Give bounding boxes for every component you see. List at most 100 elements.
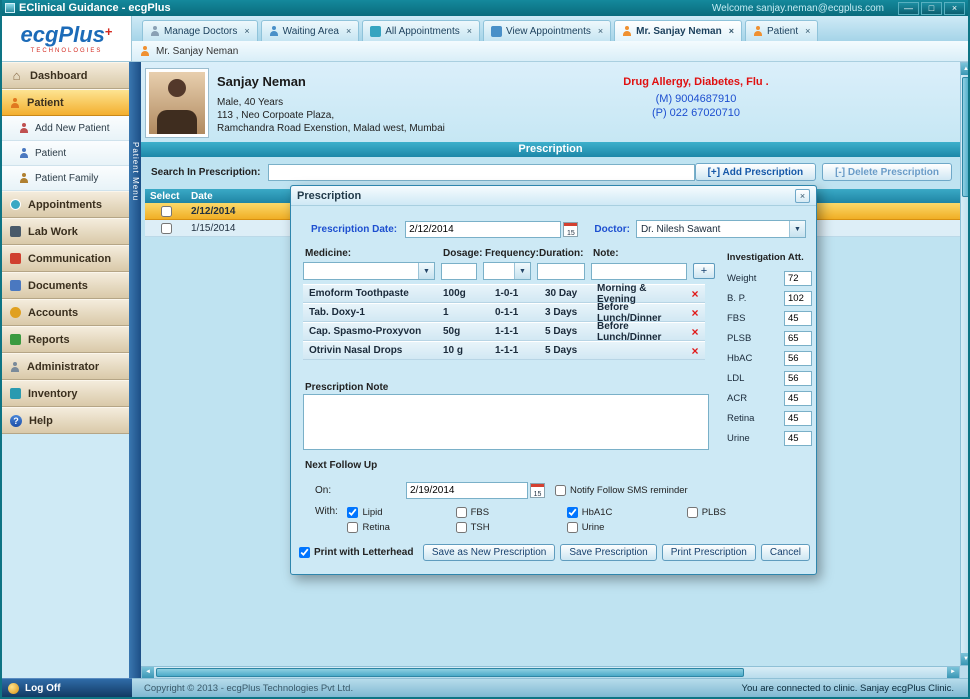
chevron-down-icon[interactable]: ▼ [789,221,805,237]
tab-patient[interactable]: Patient × [745,20,818,41]
investigation-input[interactable]: 56 [784,351,812,366]
maximize-button[interactable]: □ [921,2,942,15]
urine-option[interactable]: Urine [567,521,687,534]
calendar-icon[interactable]: 15 [530,483,545,498]
investigation-input[interactable]: 72 [784,271,812,286]
add-medicine-button[interactable]: + [693,263,715,279]
patient-mobile[interactable]: (M) 9004687910 [571,93,821,105]
lipid-checkbox[interactable] [347,507,358,518]
frequency-dropdown[interactable]: ▼ [483,262,531,280]
duration-input[interactable] [537,263,585,280]
sidebar-item-patient-family[interactable]: Patient Family [2,166,129,191]
investigation-input[interactable]: 45 [784,391,812,406]
followup-date-input[interactable]: 2/19/2014 [406,482,528,499]
sidebar-item-accounts[interactable]: Accounts [2,299,129,326]
investigation-input[interactable]: 45 [784,311,812,326]
hba1c-option[interactable]: HbA1C [567,506,687,519]
fbs-checkbox[interactable] [456,507,467,518]
plbs-checkbox[interactable] [687,507,698,518]
retina-checkbox[interactable] [347,522,358,533]
minimize-button[interactable]: — [898,2,919,15]
sidebar-item-dashboard[interactable]: ⌂ Dashboard [2,62,129,89]
sidebar-item-inventory[interactable]: Inventory [2,380,129,407]
lipid-option[interactable]: Lipid [347,506,455,519]
print-prescription-button[interactable]: Print Prescription [662,544,756,561]
cancel-button[interactable]: Cancel [761,544,810,561]
tsh-option[interactable]: TSH [456,521,567,534]
tab-all-appointments[interactable]: All Appointments × [362,20,480,41]
prescription-select-checkbox[interactable] [161,206,172,217]
sidebar-item-patient[interactable]: Patient [2,89,129,116]
tab-sanjay-neman[interactable]: Mr. Sanjay Neman × [614,20,742,41]
scroll-right-icon[interactable]: ► [947,667,959,678]
chevron-down-icon[interactable]: ▼ [514,263,530,279]
add-prescription-button[interactable]: [+] Add Prescription [695,163,816,181]
note-input[interactable] [591,263,687,280]
sidebar-item-patient-sub[interactable]: Patient [2,141,129,166]
delete-prescription-button[interactable]: [-] Delete Prescription [822,163,952,181]
scrollbar-thumb[interactable] [962,77,970,197]
investigation-input[interactable]: 65 [784,331,812,346]
scroll-up-icon[interactable]: ▲ [961,63,970,75]
retina-option[interactable]: Retina [347,521,455,534]
sidebar-item-administrator[interactable]: Administrator [2,353,129,380]
delete-medicine-icon[interactable]: × [685,287,705,301]
sidebar-item-communication[interactable]: Communication [2,245,129,272]
investigation-input[interactable]: 56 [784,371,812,386]
scroll-down-icon[interactable]: ▼ [961,653,970,665]
save-as-new-prescription-button[interactable]: Save as New Prescription [423,544,556,561]
scroll-left-icon[interactable]: ◄ [142,667,154,678]
sidebar-item-documents[interactable]: Documents [2,272,129,299]
sidebar-item-add-new-patient[interactable]: Add New Patient [2,116,129,141]
tab-close-icon[interactable]: × [805,26,810,36]
investigation-input[interactable]: 45 [784,431,812,446]
patient-icon [140,46,150,56]
sidebar-item-label: Accounts [28,307,78,319]
sidebar-item-lab-work[interactable]: Lab Work [2,218,129,245]
letterhead-checkbox[interactable] [299,547,310,558]
logo-plus-icon: + [105,24,113,39]
sidebar-item-appointments[interactable]: Appointments [2,191,129,218]
sidebar-item-reports[interactable]: Reports [2,326,129,353]
chevron-down-icon[interactable]: ▼ [418,263,434,279]
dialog-close-icon[interactable]: × [795,189,810,203]
logoff-button[interactable]: Log Off [2,678,132,697]
tab-close-icon[interactable]: × [346,26,351,36]
sms-reminder-option[interactable]: Notify Follow SMS reminder [555,484,688,497]
prescription-select-checkbox[interactable] [161,223,172,234]
scrollbar-thumb[interactable] [156,668,744,677]
tab-manage-doctors[interactable]: Manage Doctors × [142,20,258,41]
vertical-scrollbar[interactable]: ▲ ▼ [960,62,970,666]
dosage-input[interactable] [441,263,477,280]
tab-close-icon[interactable]: × [244,26,249,36]
delete-medicine-icon[interactable]: × [685,325,705,339]
delete-medicine-icon[interactable]: × [685,344,705,358]
search-input[interactable] [268,164,694,181]
tsh-checkbox[interactable] [456,522,467,533]
tab-waiting-area[interactable]: Waiting Area × [261,20,360,41]
sidebar-item-help[interactable]: ? Help [2,407,129,434]
prescription-date-input[interactable]: 2/12/2014 [405,221,561,238]
patient-phone[interactable]: (P) 022 67020710 [571,107,821,119]
save-prescription-button[interactable]: Save Prescription [560,544,656,561]
prescription-note-textarea[interactable] [303,394,709,450]
medicine-dropdown[interactable]: ▼ [303,262,435,280]
tab-view-appointments[interactable]: View Appointments × [483,20,611,41]
close-button[interactable]: × [944,2,965,15]
calendar-icon [491,26,502,37]
fbs-option[interactable]: FBS [456,506,567,519]
hba1c-checkbox[interactable] [567,507,578,518]
calendar-icon[interactable]: 15 [563,222,578,237]
letterhead-option[interactable]: Print with Letterhead [299,546,413,559]
tab-close-icon[interactable]: × [467,26,472,36]
tab-close-icon[interactable]: × [729,26,734,36]
delete-medicine-icon[interactable]: × [685,306,705,320]
patient-menu-strip[interactable]: Patient Menu [129,62,141,678]
urine-checkbox[interactable] [567,522,578,533]
plbs-option[interactable]: PLBS [687,506,726,519]
investigation-input[interactable]: 102 [784,291,812,306]
tab-close-icon[interactable]: × [598,26,603,36]
doctor-dropdown[interactable]: Dr. Nilesh Sawant ▼ [636,220,806,238]
sms-reminder-checkbox[interactable] [555,485,566,496]
investigation-input[interactable]: 45 [784,411,812,426]
